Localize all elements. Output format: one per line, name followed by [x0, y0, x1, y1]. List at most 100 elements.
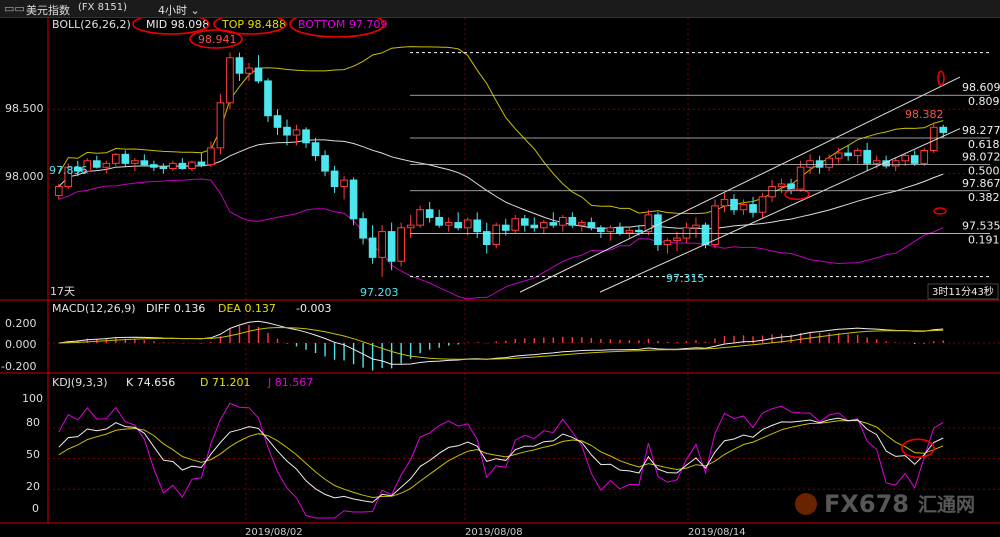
kdj-tick-100: 100: [22, 392, 43, 405]
macd-label: MACD(12,26,9): [52, 302, 136, 315]
candle-body-84: [853, 149, 862, 157]
candle-body-81: [825, 157, 833, 168]
window-icon[interactable]: ▭▭: [4, 2, 25, 15]
candle-body-70: [720, 198, 729, 207]
candle-body-60: [625, 229, 634, 234]
candle-body-51: [539, 222, 548, 229]
candle-body-43: [463, 219, 472, 229]
kdj-j: J 81.567: [267, 376, 313, 389]
kdj-d: D 71.201: [200, 376, 250, 389]
candle-body-22: [264, 80, 272, 117]
recent-price-label: 98.382: [905, 108, 944, 121]
macd-diff: DIFF 0.136: [146, 302, 205, 315]
candle-body-33: [368, 237, 377, 258]
candle-body-56: [587, 222, 596, 229]
candle-body-86: [872, 160, 881, 164]
candle-body-36: [397, 227, 405, 262]
fib-price-label-0: 98.609: [962, 81, 1000, 94]
candle-body-32: [359, 218, 367, 239]
candle-body-83: [844, 152, 852, 157]
macd-tick-0200: 0.200: [5, 317, 37, 330]
candle-body-68: [701, 224, 710, 245]
price-tick-98000: 98.000: [5, 170, 44, 183]
candle-body-54: [568, 216, 577, 226]
watermark-cn: 汇通网: [918, 494, 975, 516]
candle-body-21: [254, 67, 263, 82]
fib-price-label-1: 98.277: [962, 124, 1000, 137]
candle-body-88: [891, 160, 900, 167]
symbol-code: (FX 8151): [78, 2, 128, 13]
candle-body-9: [140, 160, 149, 166]
low1-price-label: 97.203: [360, 286, 399, 299]
candle-body-39: [425, 209, 434, 218]
watermark-brand: FX678: [824, 490, 909, 518]
candle-body-91: [920, 149, 929, 164]
candle-body-20: [245, 67, 253, 74]
kdj-label: KDJ(9,3,3): [52, 376, 108, 389]
candle-body-28: [321, 155, 329, 172]
macd-dea: DEA 0.137: [218, 302, 276, 315]
low2-price-label: 97.315: [666, 272, 705, 285]
candle-body-30: [340, 179, 348, 188]
candle-body-19: [235, 57, 244, 74]
fib-ratio-label-1: 0.618: [968, 138, 1000, 151]
candle-body-52: [549, 222, 558, 226]
kdj-k: K 74.656: [126, 376, 175, 389]
candle-body-25: [292, 129, 301, 136]
candle-body-90: [910, 155, 919, 164]
watermark-logo-icon: [795, 493, 817, 515]
candle-body-85: [863, 149, 871, 164]
candle-body-82: [834, 152, 843, 159]
date-label-0808: 2019/08/08: [465, 527, 523, 537]
price-tick-98500: 98.500: [5, 102, 44, 115]
candle-body-77: [787, 183, 795, 190]
kdj-tick-80: 80: [26, 416, 40, 429]
candle-body-16: [207, 147, 215, 166]
candle-body-46: [492, 224, 501, 245]
candle-body-48: [511, 218, 520, 231]
kdj-tick-20: 20: [26, 480, 40, 493]
kdj-tick-50: 50: [26, 448, 40, 461]
candle-body-89: [901, 155, 910, 162]
chevron-down-icon: ⌄: [187, 4, 200, 17]
fib-ratio-label-2: 0.500: [968, 164, 1000, 177]
fib-ratio-label-3: 0.382: [968, 191, 1000, 204]
candle-body-59: [616, 227, 624, 234]
date-label-0814: 2019/08/14: [688, 527, 746, 537]
macd-value: -0.003: [296, 302, 331, 315]
candle-body-14: [188, 161, 196, 170]
candle-body-41: [444, 222, 453, 226]
candle-body-29: [330, 170, 339, 188]
fib-price-label-3: 97.867: [962, 177, 1000, 190]
candle-body-93: [939, 126, 948, 133]
candle-body-73: [749, 204, 757, 213]
candle-body-75: [768, 186, 776, 198]
period-selector[interactable]: 4小时 ⌄: [158, 2, 200, 18]
candle-body-66: [682, 227, 691, 239]
candle-body-11: [159, 166, 168, 170]
candle-body-23: [273, 115, 282, 128]
candle-body-24: [283, 126, 291, 136]
left-price-label: 97.896: [49, 164, 88, 177]
kdj-tick-0: 0: [32, 502, 39, 515]
candle-body-63: [654, 214, 662, 245]
candle-body-17: [216, 102, 225, 149]
candle-body-74: [758, 196, 767, 213]
fib-ratio-label-0: 0.809: [968, 95, 1000, 108]
fib-ratio-label-4: 0.191: [968, 234, 1000, 247]
boll-mid-value: MID 98.098: [146, 18, 209, 31]
candle-body-27: [311, 142, 320, 157]
chart-svg[interactable]: 98.6090.80998.2770.61898.0720.50097.8670…: [0, 18, 1000, 537]
candle-body-37: [406, 224, 415, 229]
fib-price-label-4: 97.535: [962, 220, 1000, 233]
candle-body-7: [121, 153, 130, 164]
days-label: 17天: [50, 285, 75, 298]
candle-body-34: [378, 231, 386, 258]
date-label-0802: 2019/08/02: [245, 527, 303, 537]
candle-body-61: [635, 229, 643, 233]
candle-body-18: [226, 57, 234, 104]
candle-body-8: [131, 160, 139, 164]
candle-body-72: [739, 204, 748, 211]
candle-body-47: [501, 224, 510, 231]
candle-body-49: [520, 218, 529, 226]
